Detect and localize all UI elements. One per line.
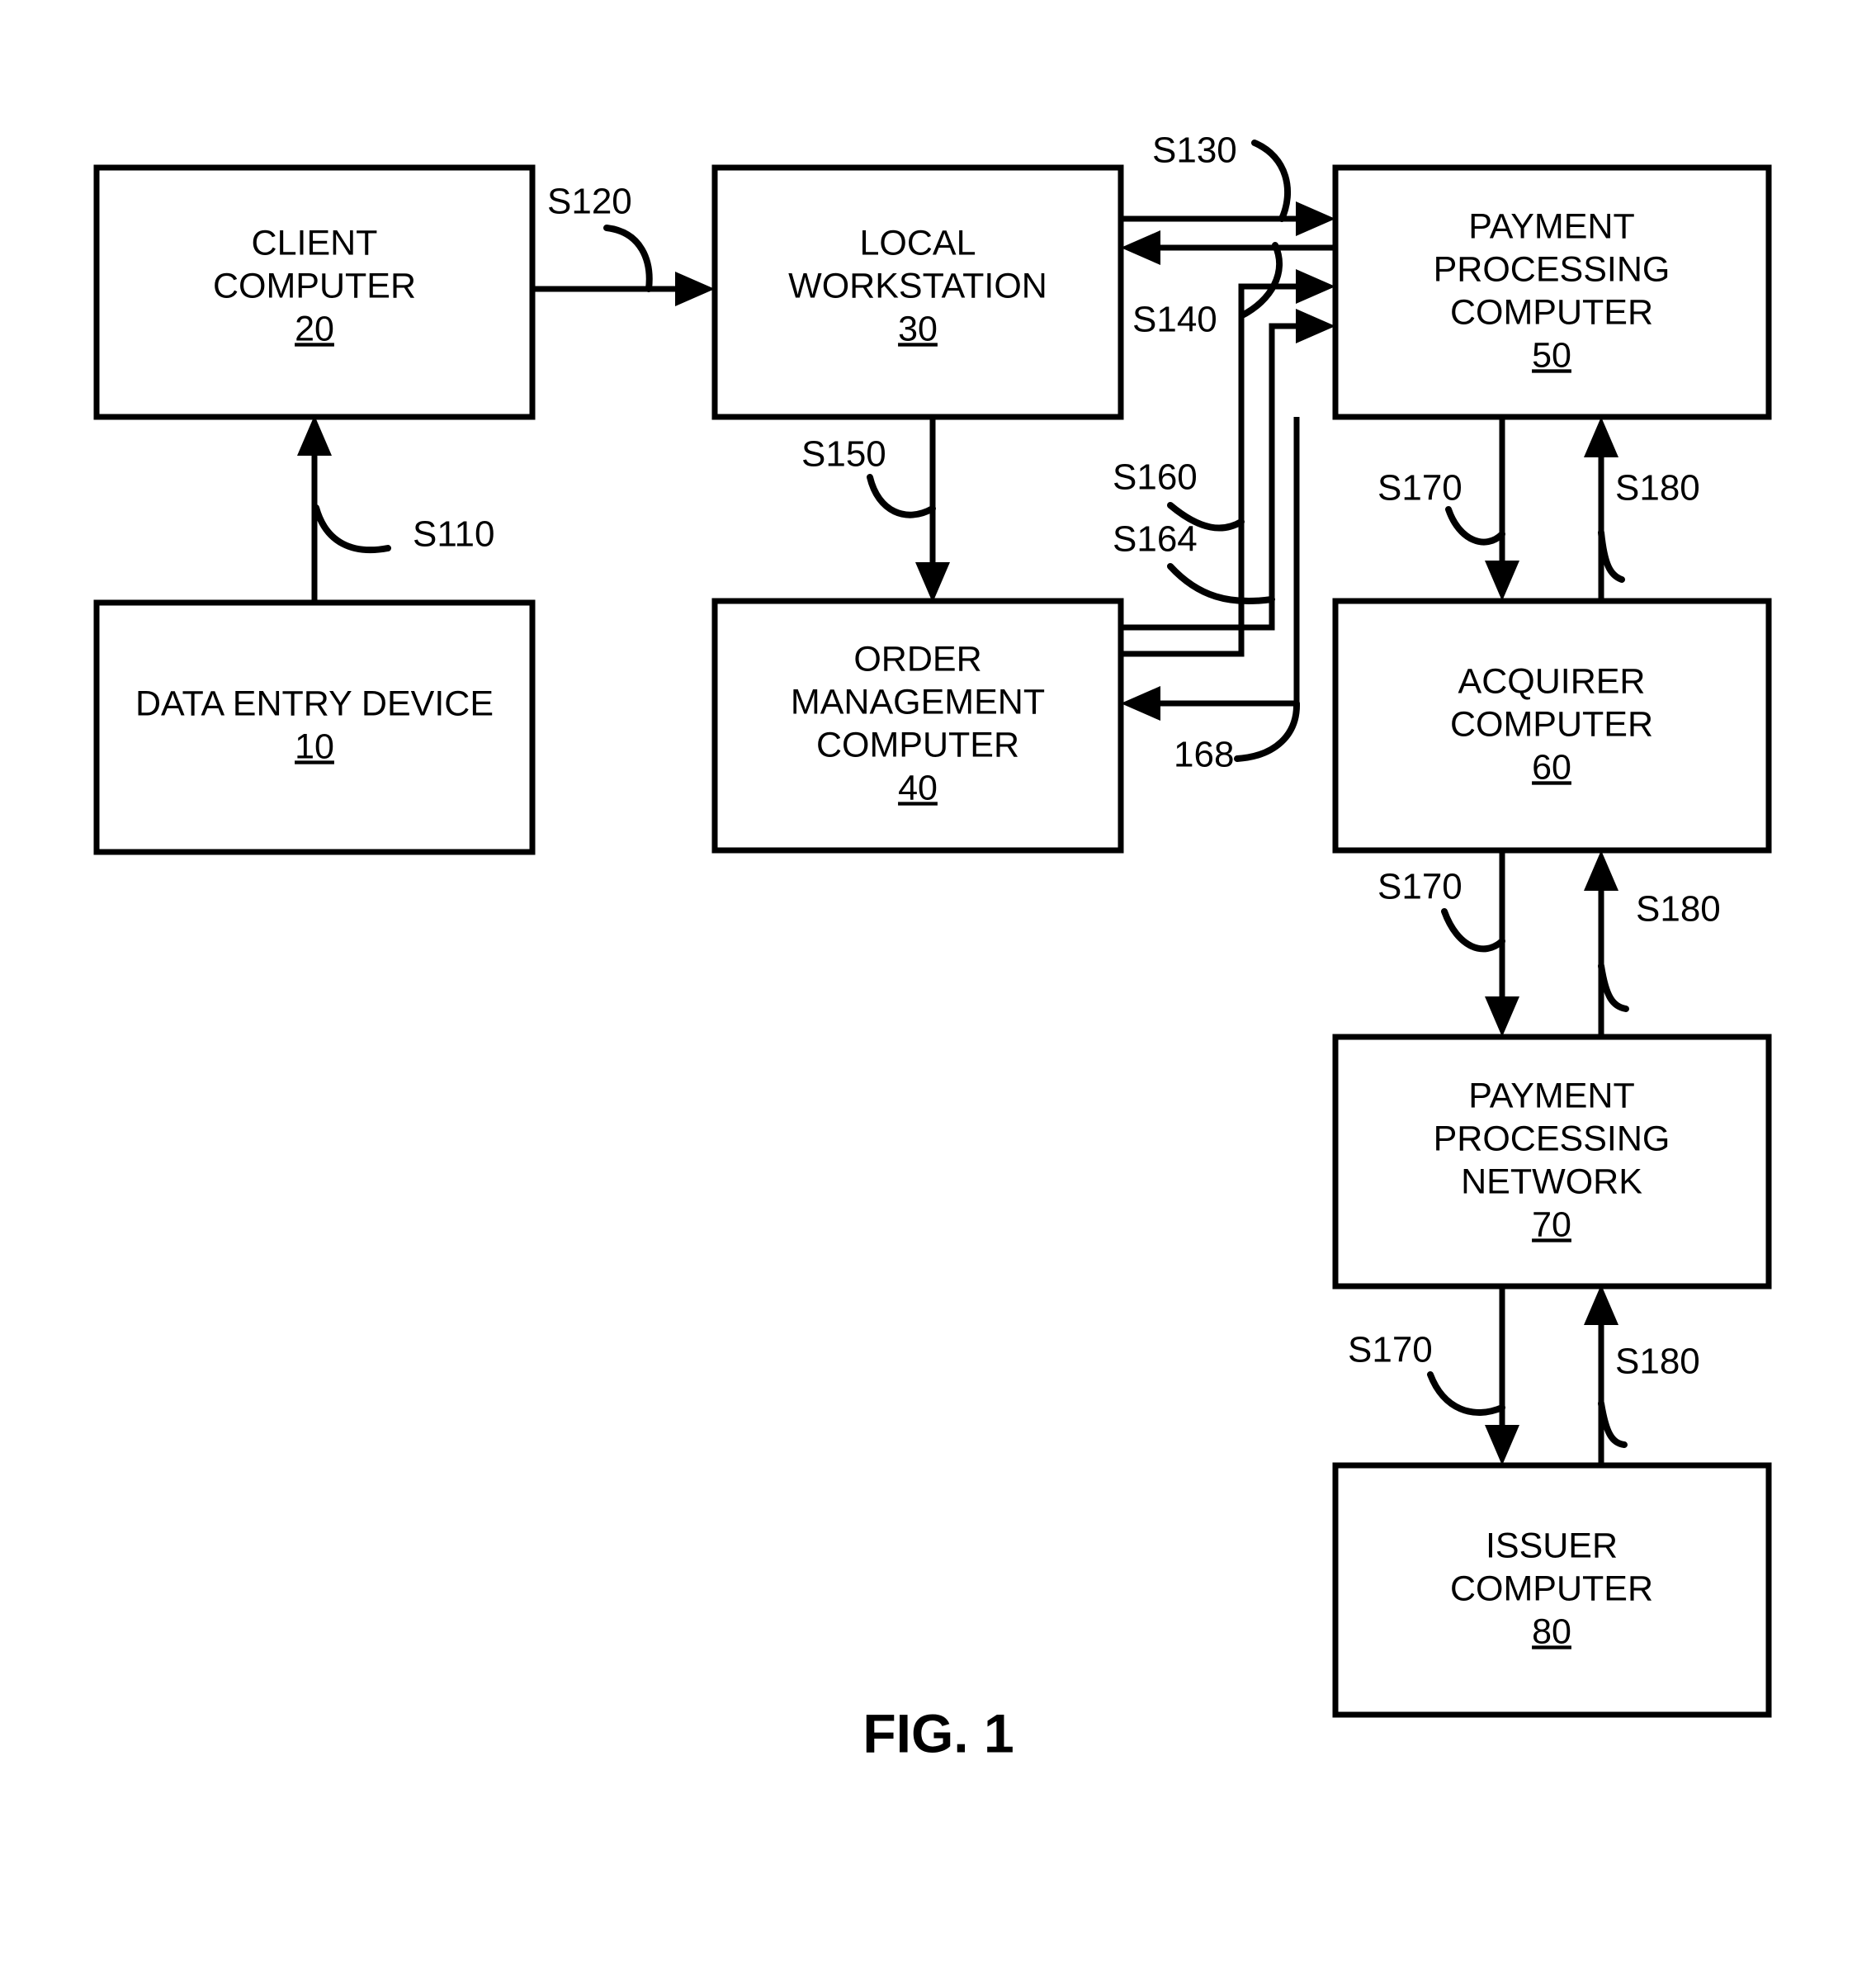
step-label-s180-acquirer: S180 [1615,468,1700,509]
connection-s170-acquirer [1445,417,1519,601]
connection-s180-network [1584,850,1629,1037]
box-order-management-computer[interactable]: ORDER MANAGEMENT COMPUTER 40 [711,598,1124,854]
step-label-s140: S140 [1132,300,1217,340]
box-client-computer[interactable]: CLIENT COMPUTER 20 [93,164,536,420]
step-label-s120: S120 [547,182,632,222]
box-ref-number: 10 [295,726,334,766]
step-label-s170-issuer: S170 [1348,1330,1433,1370]
connection-s110 [297,415,391,603]
box-payment-processing-computer[interactable]: PAYMENT PROCESSING COMPUTER 50 [1332,164,1772,420]
diagram-canvas: CLIENT COMPUTER 20 DATA ENTRY DEVICE 10 … [93,130,1772,1763]
step-label-s170-acquirer: S170 [1377,468,1463,509]
box-label-line: ACQUIRER [1458,661,1646,701]
step-label-s164: S164 [1113,519,1198,560]
connection-s170-issuer [1427,1286,1519,1465]
box-ref-number: 30 [898,309,938,348]
box-data-entry-device[interactable]: DATA ENTRY DEVICE 10 [93,599,536,855]
step-label-s130: S130 [1152,130,1237,171]
step-label-s110: S110 [413,514,495,555]
step-label-s160: S160 [1113,457,1198,498]
box-label-line: PROCESSING [1434,249,1670,289]
box-payment-processing-network[interactable]: PAYMENT PROCESSING NETWORK 70 [1332,1034,1772,1290]
box-label-line: COMPUTER [816,725,1019,764]
box-label-line: DATA ENTRY DEVICE [135,684,494,723]
box-ref-number: 40 [898,768,938,807]
box-label-line: CLIENT [252,223,378,263]
connection-s180-acquirer [1584,417,1625,601]
step-label-s170-network: S170 [1377,867,1463,907]
box-label-line: PAYMENT [1468,206,1634,246]
box-ref-number: 80 [1532,1611,1571,1651]
step-label-s180-network: S180 [1636,889,1721,930]
box-label-line: MANAGEMENT [791,682,1045,722]
box-ref-number: 70 [1532,1204,1571,1244]
step-label-s180-issuer: S180 [1615,1342,1700,1382]
box-label-line: COMPUTER [1450,704,1653,744]
patent-figure: CLIENT COMPUTER 20 DATA ENTRY DEVICE 10 … [0,0,1876,1964]
box-label-line: PROCESSING [1434,1119,1670,1158]
box-label-line: NETWORK [1461,1162,1642,1201]
figure-caption: FIG. 1 [862,1702,1014,1763]
box-local-workstation[interactable]: LOCAL WORKSTATION 30 [711,164,1124,420]
box-label-line: COMPUTER [1450,1569,1653,1608]
box-ref-number: 60 [1532,747,1571,787]
box-label-line: ORDER [853,639,981,679]
box-label-line: PAYMENT [1468,1076,1634,1115]
box-label-line: ISSUER [1486,1526,1618,1565]
box-ref-number: 50 [1532,335,1571,375]
connection-s120 [532,225,715,306]
box-label-line: LOCAL [859,223,976,263]
box-acquirer-computer[interactable]: ACQUIRER COMPUTER 60 [1332,598,1772,854]
box-ref-number: 20 [295,309,334,348]
box-label-line: WORKSTATION [788,266,1047,305]
step-label-168: 168 [1174,735,1234,775]
box-issuer-computer[interactable]: ISSUER COMPUTER 80 [1332,1462,1772,1718]
step-label-s150: S150 [801,434,886,475]
box-label-line: COMPUTER [1450,292,1653,332]
box-label-line: COMPUTER [213,266,416,305]
